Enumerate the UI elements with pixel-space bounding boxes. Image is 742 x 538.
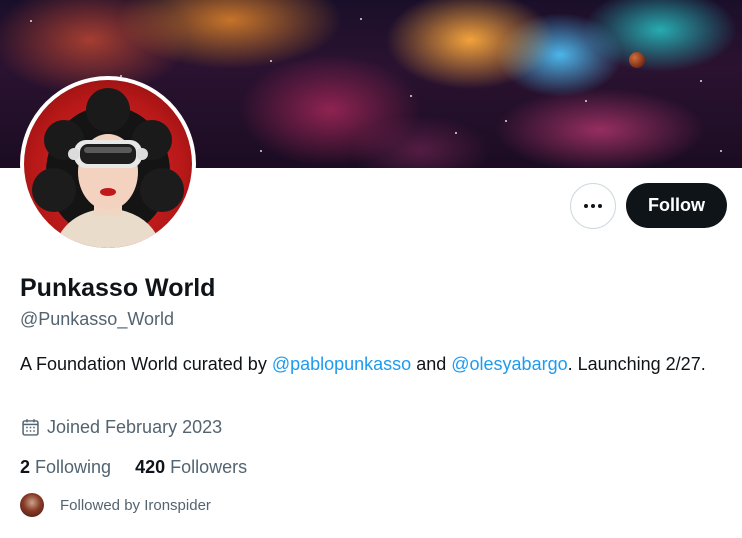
bio-text: . Launching 2/27. <box>567 354 706 374</box>
calendar-icon <box>22 419 39 436</box>
profile-handle: @Punkasso_World <box>20 309 175 329</box>
avatar-illustration <box>32 88 184 248</box>
avatar-image <box>24 80 192 248</box>
joined-text: Joined February 2023 <box>47 417 223 437</box>
following-label: Following <box>35 457 112 477</box>
follower-avatar[interactable] <box>20 493 44 517</box>
more-options-button[interactable] <box>570 183 616 229</box>
followed-by-text: Followed by Ironspider <box>60 496 211 514</box>
followers-count: 420 <box>135 457 166 477</box>
more-horizontal-icon <box>584 204 602 208</box>
followed-by-row[interactable]: Followed by Ironspider <box>20 493 211 517</box>
following-count: 2 <box>20 457 31 477</box>
profile-page: Follow Punkasso World @Punkasso_World A … <box>0 0 742 538</box>
follow-stats: 2 Following 420 Followers <box>20 457 247 478</box>
bio-text: A Foundation World curated by <box>20 354 272 374</box>
profile-bio: A Foundation World curated by @pablopunk… <box>20 352 720 377</box>
mention-link-olesyabargo[interactable]: @olesyabargo <box>451 354 567 374</box>
joined-date: Joined February 2023 <box>20 417 222 438</box>
mention-link-pablopunkasso[interactable]: @pablopunkasso <box>272 354 411 374</box>
bio-text: and <box>411 354 452 374</box>
followers-label: Followers <box>170 457 248 477</box>
following-link[interactable]: 2 Following <box>20 457 111 478</box>
profile-avatar[interactable] <box>20 76 196 252</box>
planet-decoration <box>629 52 645 68</box>
profile-display-name: Punkasso World <box>20 274 216 302</box>
followers-link[interactable]: 420 Followers <box>135 457 247 478</box>
follow-button[interactable]: Follow <box>626 183 727 228</box>
